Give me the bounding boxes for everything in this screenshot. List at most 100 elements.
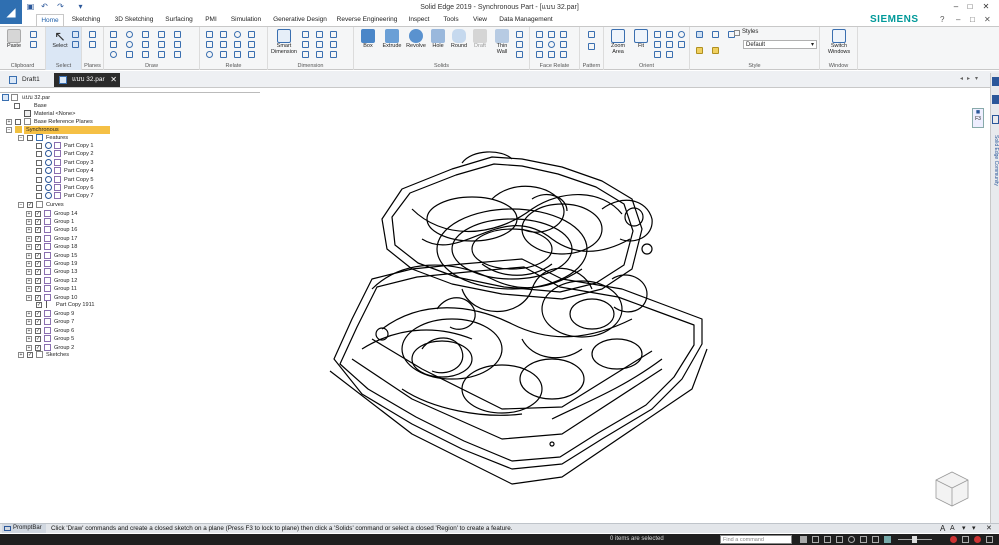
copy-icon[interactable] (30, 41, 37, 48)
mirror-icon[interactable] (158, 41, 165, 48)
switch-windows-button[interactable]: Switch Windows (822, 29, 856, 55)
arc-icon[interactable] (126, 31, 133, 38)
expand-icon[interactable]: + (26, 336, 32, 343)
expand-icon[interactable]: + (26, 344, 32, 351)
expand-icon[interactable]: + (26, 244, 32, 251)
expand-icon[interactable]: + (18, 352, 24, 358)
checkbox[interactable] (36, 185, 42, 191)
round-button[interactable]: Round (448, 29, 470, 49)
smart-dimension-button[interactable]: Smart Dimension (270, 29, 298, 55)
tab-simulation[interactable]: Simulation (228, 14, 264, 26)
circle-icon[interactable] (126, 41, 133, 48)
revolve-button[interactable]: Revolve (404, 29, 428, 49)
symmetric-face-icon[interactable] (560, 41, 567, 48)
command-finder[interactable]: Find a command (720, 535, 792, 544)
distance-between-icon[interactable] (302, 31, 309, 38)
rotate-view-icon[interactable] (678, 31, 685, 38)
tree-base-reference-planes[interactable]: + Base Reference Planes (6, 118, 206, 126)
visibility-icon[interactable] (45, 167, 52, 175)
prompt-bar-tab[interactable]: PromptBar (2, 524, 46, 533)
rectangle-icon[interactable] (110, 41, 117, 48)
prompt-close-icon[interactable]: ✕ (986, 524, 992, 532)
hole-button[interactable]: Hole (428, 29, 448, 49)
checkbox[interactable]: ✓ (35, 260, 41, 267)
share-icon[interactable] (962, 536, 969, 543)
checkbox[interactable] (27, 135, 33, 141)
font-size-icon[interactable]: A (940, 524, 945, 533)
tab-list-icon[interactable]: ▾ (975, 75, 978, 82)
tree-group[interactable]: + ✓ Group 11 (26, 285, 226, 293)
tree-part-copy[interactable]: Part Copy 5 (36, 175, 236, 184)
zoom-area-status-icon[interactable] (800, 536, 807, 543)
parallel-face-icon[interactable] (548, 31, 555, 38)
tree-group[interactable]: + ✓ Group 12 (26, 276, 226, 285)
checkbox[interactable]: ✓ (27, 202, 33, 208)
tree-group[interactable]: + ✓ Group 9 (26, 310, 226, 318)
tree-base[interactable]: Base (14, 102, 214, 110)
visibility-icon[interactable] (45, 175, 52, 183)
pan-status-icon[interactable] (836, 536, 843, 543)
checkbox[interactable]: ✓ (35, 227, 41, 234)
tree-part-copy[interactable]: Part Copy 1 (36, 142, 236, 150)
expand-icon[interactable]: + (26, 269, 32, 276)
checkbox[interactable]: ✓ (35, 327, 41, 334)
tab-sketching[interactable]: Sketching (68, 14, 104, 26)
checkbox[interactable] (36, 168, 42, 175)
maximize-icon[interactable]: □ (964, 1, 976, 12)
sketch-view-icon[interactable] (654, 41, 661, 48)
checkbox[interactable]: ✓ (35, 319, 41, 326)
lock-plane-button[interactable]: ■ F3 (972, 108, 984, 128)
tree-curves[interactable]: − ✓ Curves (18, 201, 218, 209)
expand-icon[interactable]: + (26, 235, 32, 242)
pattern-icon[interactable] (588, 31, 595, 38)
checkbox[interactable]: ✓ (35, 286, 41, 293)
solids-more-icon-1[interactable] (516, 31, 523, 38)
connect-icon[interactable] (206, 31, 213, 38)
parallel-icon[interactable] (220, 41, 227, 48)
equal-icon[interactable] (248, 41, 255, 48)
move-icon[interactable] (174, 41, 181, 48)
horizontal-vertical-icon[interactable] (220, 31, 227, 38)
tree-part-copy[interactable]: Part Copy 7 (36, 192, 236, 200)
tree-sketches[interactable]: + ✓ Sketches (18, 351, 218, 359)
checkbox[interactable]: ✓ (35, 294, 41, 301)
tree-features[interactable]: − Features (18, 134, 218, 142)
expand-icon[interactable]: + (26, 210, 32, 217)
shaded-edges-icon[interactable] (712, 31, 719, 38)
expand-icon[interactable]: + (26, 319, 32, 326)
fit-button[interactable]: Fit (630, 29, 652, 49)
fit-status-icon[interactable] (824, 536, 831, 543)
tree-group[interactable]: + ✓ Group 2 (26, 343, 226, 352)
zoom-icon[interactable] (654, 31, 661, 38)
checkbox[interactable] (15, 119, 21, 125)
lock-relation-icon[interactable] (248, 31, 255, 38)
expand-icon[interactable]: + (26, 277, 32, 284)
expand-icon[interactable]: + (26, 227, 32, 234)
checkbox[interactable]: ✓ (35, 218, 41, 225)
help-icon[interactable]: ? (940, 15, 944, 24)
tab-3d-sketching[interactable]: 3D Sketching (112, 14, 156, 26)
shading-status-icon[interactable] (884, 536, 891, 543)
symmetric-diameter-icon[interactable] (302, 41, 309, 48)
checkbox[interactable] (36, 193, 42, 200)
collapse-icon[interactable]: − (18, 135, 24, 141)
tab-data-management[interactable]: Data Management (498, 14, 554, 26)
tree-group[interactable]: + ✓ Group 10 (26, 293, 226, 302)
tree-group[interactable]: + ✓ Group 16 (26, 226, 226, 234)
doc-tab-part[interactable]: แบบ 32.par ✕ (54, 73, 120, 87)
record-icon[interactable] (950, 536, 957, 543)
tree-group[interactable]: + ✓ Group 18 (26, 243, 226, 251)
concentric-icon[interactable] (206, 51, 213, 58)
tree-part-copy[interactable]: Part Copy 4 (36, 167, 236, 175)
tree-part-copy[interactable]: Part Copy 3 (36, 158, 236, 167)
expand-icon[interactable]: + (26, 294, 32, 301)
collinear-icon[interactable] (206, 41, 213, 48)
angular-coordinate-icon[interactable] (316, 41, 323, 48)
extend-icon[interactable] (142, 51, 149, 58)
checkbox[interactable] (36, 159, 42, 166)
concentric-face-icon[interactable] (548, 41, 555, 48)
select-mode-icon[interactable] (72, 41, 79, 48)
library-icon[interactable] (992, 95, 999, 104)
paste-button[interactable]: Paste (4, 29, 24, 49)
visibility-icon[interactable] (45, 150, 52, 158)
